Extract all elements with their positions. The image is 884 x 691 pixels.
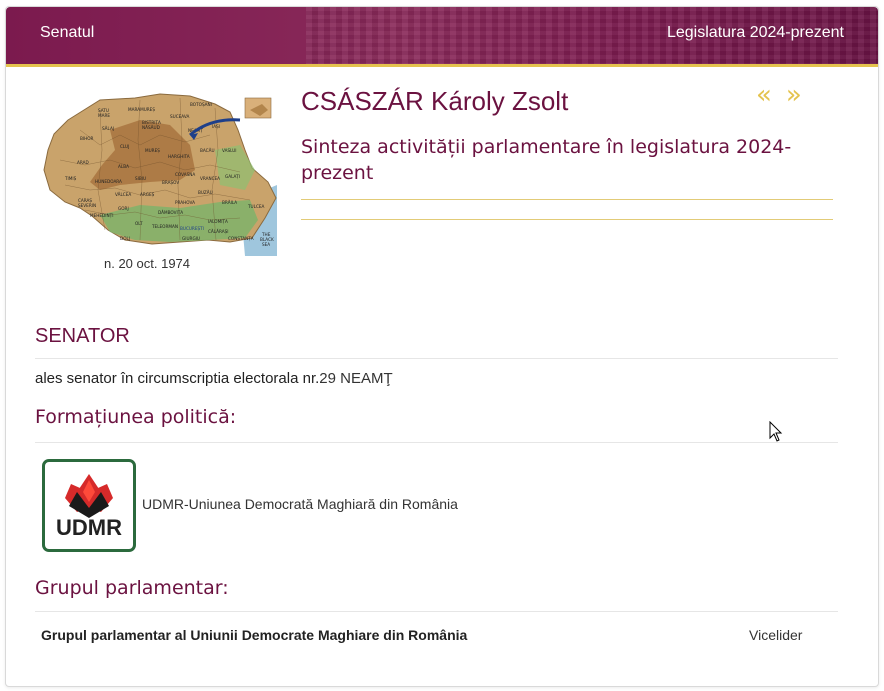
svg-text:GORJ: GORJ — [118, 206, 129, 211]
profile-navigation: «» — [756, 80, 816, 110]
divider — [35, 442, 838, 443]
svg-text:MUREȘ: MUREȘ — [145, 148, 160, 153]
senator-name: CSÁSZÁR Károly Zsolt — [301, 86, 569, 116]
activity-synthesis-link[interactable]: Sinteza activității parlamentare în legi… — [301, 134, 831, 186]
svg-text:BUCUREȘTI: BUCUREȘTI — [180, 226, 204, 231]
svg-text:BACĂU: BACĂU — [200, 148, 215, 153]
romania-county-map: SATU MARE MARAMUREȘ BOTOȘANI SUCEAVA SĂLA… — [40, 90, 277, 256]
divider — [35, 611, 838, 612]
svg-text:MARAMUREȘ: MARAMUREȘ — [128, 107, 155, 112]
svg-text:BIHOR: BIHOR — [80, 136, 94, 141]
svg-text:HUNEDOARA: HUNEDOARA — [95, 179, 122, 184]
svg-text:ALBA: ALBA — [118, 164, 129, 169]
header-legislature: Legislatura 2024-prezent — [666, 24, 844, 41]
circumscription-link[interactable]: 29 NEAMŢ — [319, 370, 392, 387]
party-section-title: Formațiunea politică: — [35, 406, 237, 428]
svg-text:VASLUI: VASLUI — [222, 148, 237, 153]
svg-text:CLUJ: CLUJ — [120, 144, 129, 149]
elected-prefix: ales senator în circumscriptia electoral… — [35, 370, 320, 387]
svg-text:DÂMBOVIȚA: DÂMBOVIȚA — [158, 210, 183, 215]
svg-text:GIURGIU: GIURGIU — [182, 236, 200, 241]
mouse-pointer-icon — [769, 421, 783, 442]
svg-text:TIMIȘ: TIMIȘ — [64, 176, 77, 181]
party-name[interactable]: UDMR-Uniunea Democrată Maghiară din Româ… — [142, 496, 458, 512]
svg-text:SIBIU: SIBIU — [135, 176, 146, 181]
elected-text: ales senator în circumscriptia electoral… — [35, 370, 393, 387]
svg-text:BOTOȘANI: BOTOȘANI — [190, 102, 212, 107]
divider — [301, 199, 833, 200]
svg-text:TULCEA: TULCEA — [247, 204, 265, 209]
svg-text:OLT: OLT — [135, 221, 143, 226]
svg-text:IAȘI: IAȘI — [212, 124, 220, 129]
svg-text:DOLJ: DOLJ — [120, 236, 130, 241]
svg-text:CĂLĂRAȘI: CĂLĂRAȘI — [208, 229, 228, 234]
svg-text:SEVERIN: SEVERIN — [78, 203, 96, 208]
svg-text:SUCEAVA: SUCEAVA — [170, 114, 189, 119]
birth-date: n. 20 oct. 1974 — [104, 256, 191, 271]
svg-text:MARE: MARE — [98, 113, 110, 118]
svg-text:TELEORMAN: TELEORMAN — [151, 224, 178, 229]
divider — [301, 219, 833, 220]
svg-text:COVASNA: COVASNA — [175, 172, 195, 177]
svg-text:BRĂILA: BRĂILA — [222, 200, 237, 205]
svg-text:CONSTANȚA: CONSTANȚA — [228, 236, 254, 241]
svg-text:HARGHITA: HARGHITA — [168, 154, 190, 159]
svg-text:MEHEDINȚI: MEHEDINȚI — [90, 213, 113, 218]
group-name[interactable]: Grupul parlamentar al Uniunii Democrate … — [41, 627, 467, 643]
svg-text:ARAD: ARAD — [77, 160, 89, 165]
svg-text:IALOMIȚA: IALOMIȚA — [208, 219, 228, 224]
group-role: Vicelider — [749, 627, 803, 643]
next-arrow-icon[interactable]: » — [786, 80, 816, 110]
previous-arrow-icon[interactable]: « — [756, 80, 786, 110]
senator-section-title: SENATOR — [35, 325, 130, 347]
group-section-title: Grupul parlamentar: — [35, 577, 229, 599]
svg-text:VÂLCEA: VÂLCEA — [115, 192, 131, 197]
svg-text:VRANCEA: VRANCEA — [200, 176, 220, 181]
svg-text:SĂLAJ: SĂLAJ — [102, 126, 114, 131]
svg-text:BRAȘOV: BRAȘOV — [162, 180, 179, 185]
svg-text:GALAȚI: GALAȚI — [225, 174, 240, 179]
udmr-logo[interactable]: UDMR — [42, 459, 136, 552]
svg-text:PRAHOVA: PRAHOVA — [175, 200, 195, 205]
svg-text:ARGEȘ: ARGEȘ — [140, 192, 155, 197]
svg-text:SEA: SEA — [262, 242, 270, 247]
svg-text:BUZĂU: BUZĂU — [198, 190, 213, 195]
logo-text: UDMR — [56, 515, 122, 540]
header-title-senate[interactable]: Senatul — [40, 24, 94, 42]
divider — [35, 358, 838, 359]
svg-text:NĂSĂUD: NĂSĂUD — [142, 125, 160, 130]
header-bar: Senatul Legislatura 2024-prezent — [6, 7, 878, 67]
